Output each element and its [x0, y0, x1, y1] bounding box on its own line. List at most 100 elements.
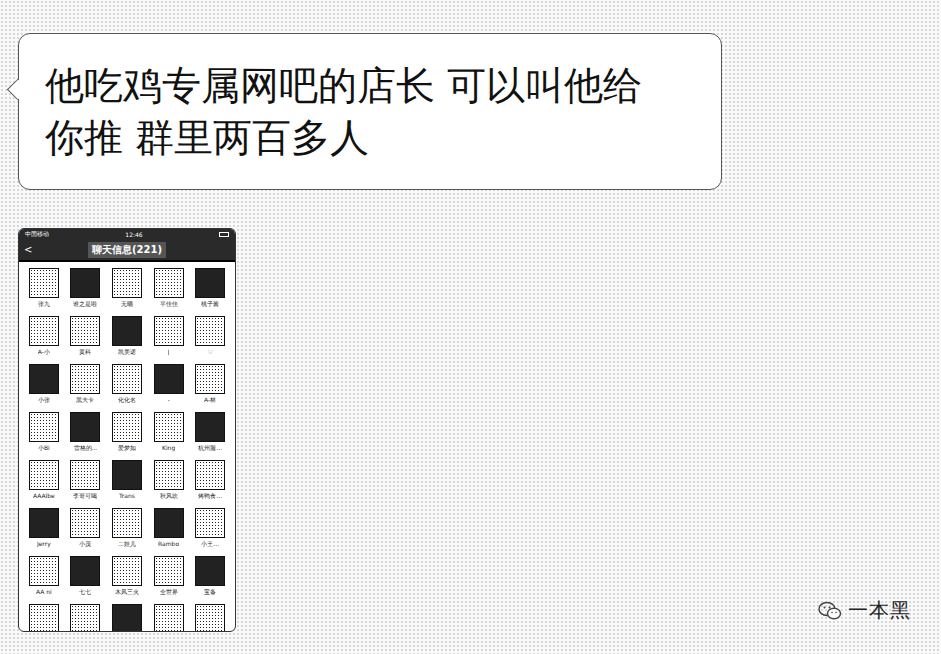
- avatar: [154, 316, 184, 346]
- member[interactable]: 烤鸭食...: [189, 460, 231, 503]
- member-name: 凯美诺: [118, 348, 136, 356]
- avatar: [70, 604, 100, 632]
- member[interactable]: 全世界: [148, 556, 190, 599]
- avatar: [154, 364, 184, 394]
- member-name: 无晒: [121, 300, 133, 308]
- member[interactable]: -: [148, 364, 190, 407]
- avatar: [195, 268, 225, 298]
- member-name: 爱梦如: [118, 444, 136, 452]
- member[interactable]: [65, 604, 107, 632]
- member[interactable]: J: [148, 316, 190, 359]
- member-name: 宝备: [204, 588, 216, 596]
- chat-bubble: 他吃鸡专属网吧的店长 可以叫他给你推 群里两百多人: [18, 33, 722, 190]
- member[interactable]: 木风三火: [106, 556, 148, 599]
- member[interactable]: [148, 604, 190, 632]
- avatar: [70, 556, 100, 586]
- member[interactable]: Rambo: [148, 508, 190, 551]
- watermark: 一本黑: [818, 597, 911, 624]
- avatar: [70, 412, 100, 442]
- member[interactable]: 黄科: [65, 316, 107, 359]
- member-name: 化化名: [118, 396, 136, 404]
- member[interactable]: AAAlbe: [23, 460, 65, 503]
- member-name: 杭州服...: [198, 444, 222, 452]
- avatar: [112, 460, 142, 490]
- avatar: [154, 460, 184, 490]
- avatar: [70, 508, 100, 538]
- member[interactable]: 张九: [23, 268, 65, 311]
- member[interactable]: 二娃儿: [106, 508, 148, 551]
- member-name: 七七: [79, 588, 91, 596]
- avatar: [195, 316, 225, 346]
- watermark-text: 一本黑: [848, 597, 911, 624]
- avatar: [154, 604, 184, 632]
- member-name: A-林: [204, 396, 216, 404]
- avatar: [112, 556, 142, 586]
- avatar: [195, 460, 225, 490]
- member[interactable]: A-林: [189, 364, 231, 407]
- member[interactable]: 秋风吹: [148, 460, 190, 503]
- page: 他吃鸡专属网吧的店长 可以叫他给你推 群里两百多人 中国移动 12:46 < 聊…: [0, 0, 941, 654]
- member-name: 木风三火: [115, 588, 139, 596]
- member-name: AA ni: [36, 588, 52, 596]
- member[interactable]: 李哥可喝: [65, 460, 107, 503]
- member-name: 小张: [38, 396, 50, 404]
- avatar: [154, 508, 184, 538]
- member[interactable]: 杭州服...: [189, 412, 231, 455]
- member-name: 小Bi: [38, 444, 50, 452]
- avatar: [112, 508, 142, 538]
- member[interactable]: [23, 604, 65, 632]
- member[interactable]: 七七: [65, 556, 107, 599]
- member[interactable]: 无晒: [106, 268, 148, 311]
- avatar: [29, 268, 59, 298]
- member[interactable]: Jerry: [23, 508, 65, 551]
- avatar: [195, 556, 225, 586]
- member[interactable]: King: [148, 412, 190, 455]
- member[interactable]: 爱梦如: [106, 412, 148, 455]
- member-name: 张九: [38, 300, 50, 308]
- avatar: [70, 268, 100, 298]
- avatar: [29, 364, 59, 394]
- member-name: 烤鸭食...: [198, 492, 222, 500]
- wechat-icon: [818, 601, 842, 621]
- member[interactable]: 凯美诺: [106, 316, 148, 359]
- avatar: [112, 604, 142, 632]
- avatar: [112, 412, 142, 442]
- member-name: 平佳佳: [160, 300, 178, 308]
- member-grid: 张九 谁之是啦 无晒 平佳佳 桃子酱 A-小 黄科 凯美诺 J ♡ 小张 黑大卡…: [19, 262, 235, 632]
- carrier: 中国移动: [25, 230, 49, 239]
- avatar: [70, 316, 100, 346]
- avatar: [29, 508, 59, 538]
- member-name: 秋风吹: [160, 492, 178, 500]
- member[interactable]: 平佳佳: [148, 268, 190, 311]
- member[interactable]: AA ni: [23, 556, 65, 599]
- avatar: [195, 364, 225, 394]
- member[interactable]: [106, 604, 148, 632]
- member[interactable]: 小张: [23, 364, 65, 407]
- avatar: [29, 556, 59, 586]
- nav-title: 聊天信息(221): [88, 242, 166, 258]
- member[interactable]: 雷格的...: [65, 412, 107, 455]
- member-name: 桃子酱: [201, 300, 219, 308]
- member[interactable]: A-小: [23, 316, 65, 359]
- member[interactable]: 宝备: [189, 556, 231, 599]
- member[interactable]: 小王...: [189, 508, 231, 551]
- member-name: 二娃儿: [118, 540, 136, 548]
- member[interactable]: 桃子酱: [189, 268, 231, 311]
- member-name: 小王...: [201, 540, 219, 548]
- message-text: 他吃鸡专属网吧的店长 可以叫他给你推 群里两百多人: [45, 60, 661, 164]
- back-button[interactable]: <: [24, 244, 32, 255]
- member[interactable]: 小茂: [65, 508, 107, 551]
- avatar: [154, 412, 184, 442]
- status-bar: 中国移动 12:46: [19, 229, 235, 240]
- time: 12:46: [125, 231, 142, 238]
- member[interactable]: 谁之是啦: [65, 268, 107, 311]
- member-name: A-小: [38, 348, 50, 356]
- member-name: 雷格的...: [74, 444, 98, 452]
- group-info-screenshot: 中国移动 12:46 < 聊天信息(221) 张九 谁之是啦 无晒 平佳佳 桃子…: [18, 228, 236, 632]
- member[interactable]: 化化名: [106, 364, 148, 407]
- member[interactable]: 小Bi: [23, 412, 65, 455]
- member[interactable]: Trans: [106, 460, 148, 503]
- member[interactable]: [189, 604, 231, 632]
- member[interactable]: 黑大卡: [65, 364, 107, 407]
- member[interactable]: ♡: [189, 316, 231, 359]
